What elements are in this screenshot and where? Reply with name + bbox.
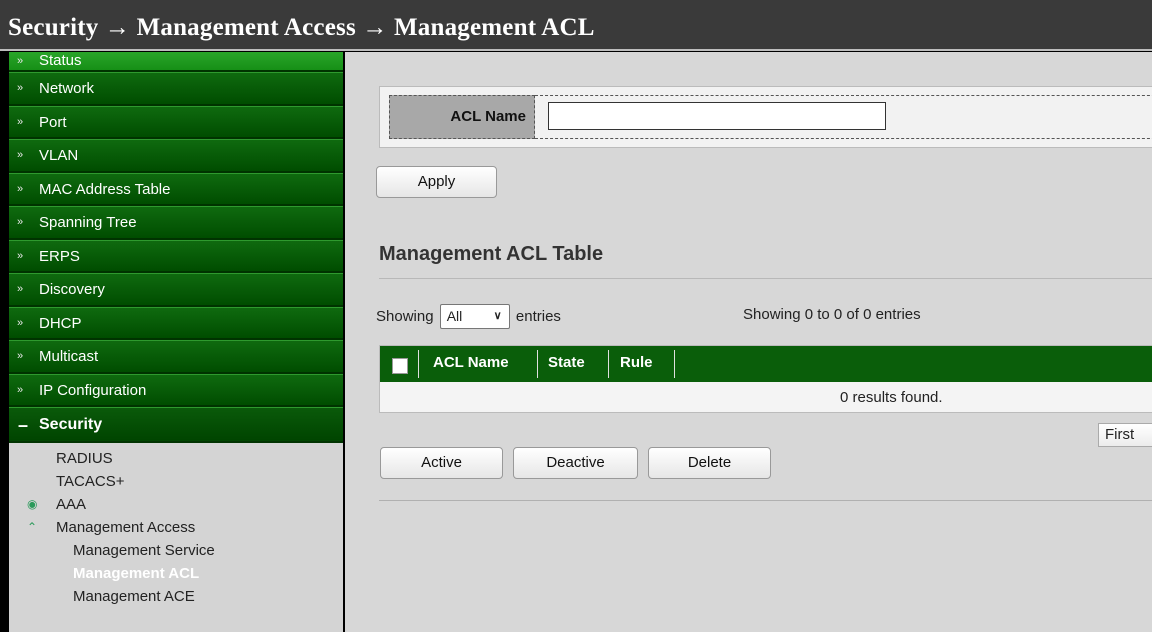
sidebar-item-label: Status <box>39 52 82 69</box>
sidebar-item-label: Network <box>39 80 95 97</box>
section-title: Management ACL Table <box>379 243 604 265</box>
showing-entries-control: Showing All ∨ entries <box>376 304 561 329</box>
delete-button[interactable]: Delete <box>648 447 771 479</box>
sidebar-subitem-aaa[interactable]: ◉ AAA <box>9 493 343 516</box>
title-bar: Security → Management Access → Managemen… <box>0 0 1152 51</box>
chevron-down-icon: » <box>17 350 24 362</box>
column-divider <box>608 350 609 378</box>
chevron-down-icon: ∨ <box>493 310 502 322</box>
apply-button[interactable]: Apply <box>376 166 497 198</box>
sidebar-item-spanning-tree[interactable]: » Spanning Tree <box>9 206 343 240</box>
main-content: ACL Name Apply Management ACL Table Show… <box>345 52 1152 632</box>
select-all-checkbox[interactable] <box>392 358 408 374</box>
column-divider <box>537 350 538 378</box>
collapse-icon: – <box>18 415 29 435</box>
sidebar-item-multicast[interactable]: » Multicast <box>9 340 343 374</box>
sidebar-item-label: Multicast <box>39 348 99 365</box>
acl-name-input[interactable] <box>548 102 886 130</box>
sidebar-subitem-management-access[interactable]: ⌃ Management Access <box>9 516 343 539</box>
deactive-button[interactable]: Deactive <box>513 447 638 479</box>
sidebar-item-network[interactable]: » Network <box>9 72 343 106</box>
chevron-down-icon: » <box>17 216 24 228</box>
sidebar-item-status[interactable]: » Status <box>9 52 343 72</box>
column-divider <box>674 350 675 378</box>
sidebar-item-label: Spanning Tree <box>39 214 137 231</box>
sidebar-item-ip-configuration[interactable]: » IP Configuration <box>9 373 343 407</box>
sidebar-item-label: Port <box>39 113 67 131</box>
acl-name-input-cell <box>535 95 1152 139</box>
sidebar-subitem-management-service[interactable]: Management Service <box>9 539 343 562</box>
showing-label: Showing <box>376 308 434 325</box>
chevron-down-icon: » <box>17 283 24 295</box>
chevron-down-icon: » <box>17 82 24 94</box>
empty-message: 0 results found. <box>840 389 943 406</box>
sidebar-item-label: IP Configuration <box>39 381 147 399</box>
sidebar-item-port[interactable]: » Port <box>9 105 343 139</box>
bottom-divider <box>379 500 1152 501</box>
acl-name-form: ACL Name <box>379 86 1152 148</box>
chevron-down-icon: » <box>17 149 24 161</box>
acl-name-label: ACL Name <box>389 95 535 139</box>
sidebar-item-label: ERPS <box>39 247 80 265</box>
sidebar-subitem-management-acl[interactable]: Management ACL <box>9 562 343 585</box>
sidebar-subitem-label: Management Access <box>56 519 196 536</box>
chevron-down-icon: » <box>17 249 24 262</box>
sidebar-item-vlan[interactable]: » VLAN <box>9 139 343 173</box>
sidebar-item-label: Discovery <box>39 281 105 298</box>
sidebar-subitem-tacacs[interactable]: TACACS+ <box>9 470 343 493</box>
chevron-down-icon: » <box>17 316 24 329</box>
folder-open-icon: ⌃ <box>27 520 38 534</box>
chevron-down-icon: » <box>17 383 24 396</box>
breadcrumb: Security → Management Access → Managemen… <box>8 14 595 41</box>
entries-select[interactable]: All ∨ <box>439 304 510 329</box>
acl-table: ACL Name State Rule 0 results found. <box>379 345 1152 413</box>
table-header: ACL Name State Rule <box>380 346 1152 382</box>
section-divider <box>379 278 1152 279</box>
showing-info: Showing 0 to 0 of 0 entries <box>743 306 921 323</box>
column-header-state[interactable]: State <box>548 346 585 382</box>
sidebar-item-mac-address-table[interactable]: » MAC Address Table <box>9 172 343 206</box>
entries-select-value: All <box>446 308 463 324</box>
sidebar: » Status » Network » Port » VLAN » MAC Addres… <box>9 52 343 632</box>
sidebar-item-label: MAC Address Table <box>39 180 171 198</box>
first-page-button[interactable]: First <box>1098 423 1152 447</box>
chevron-down-icon: » <box>17 115 24 128</box>
sidebar-item-label: Security <box>39 416 103 433</box>
sidebar-item-security[interactable]: – Security <box>9 407 343 443</box>
chevron-down-icon: » <box>17 55 24 67</box>
table-empty-row: 0 results found. <box>380 382 1152 414</box>
sidebar-item-discovery[interactable]: » Discovery <box>9 273 343 307</box>
folder-closed-icon: ◉ <box>27 497 38 511</box>
entries-label: entries <box>515 308 561 325</box>
sidebar-subitem-management-ace[interactable]: Management ACE <box>9 585 343 608</box>
sidebar-subitem-label: AAA <box>56 496 87 513</box>
column-divider <box>418 350 419 378</box>
chevron-down-icon: » <box>17 182 24 195</box>
sidebar-subitem-radius[interactable]: RADIUS <box>9 447 343 470</box>
sidebar-item-label: DHCP <box>39 314 82 332</box>
active-button[interactable]: Active <box>380 447 503 479</box>
sidebar-item-label: VLAN <box>39 147 79 164</box>
column-header-acl-name[interactable]: ACL Name <box>433 346 509 382</box>
column-header-rule[interactable]: Rule <box>620 346 653 382</box>
sidebar-item-erps[interactable]: » ERPS <box>9 239 343 273</box>
sidebar-item-dhcp[interactable]: » DHCP <box>9 306 343 340</box>
